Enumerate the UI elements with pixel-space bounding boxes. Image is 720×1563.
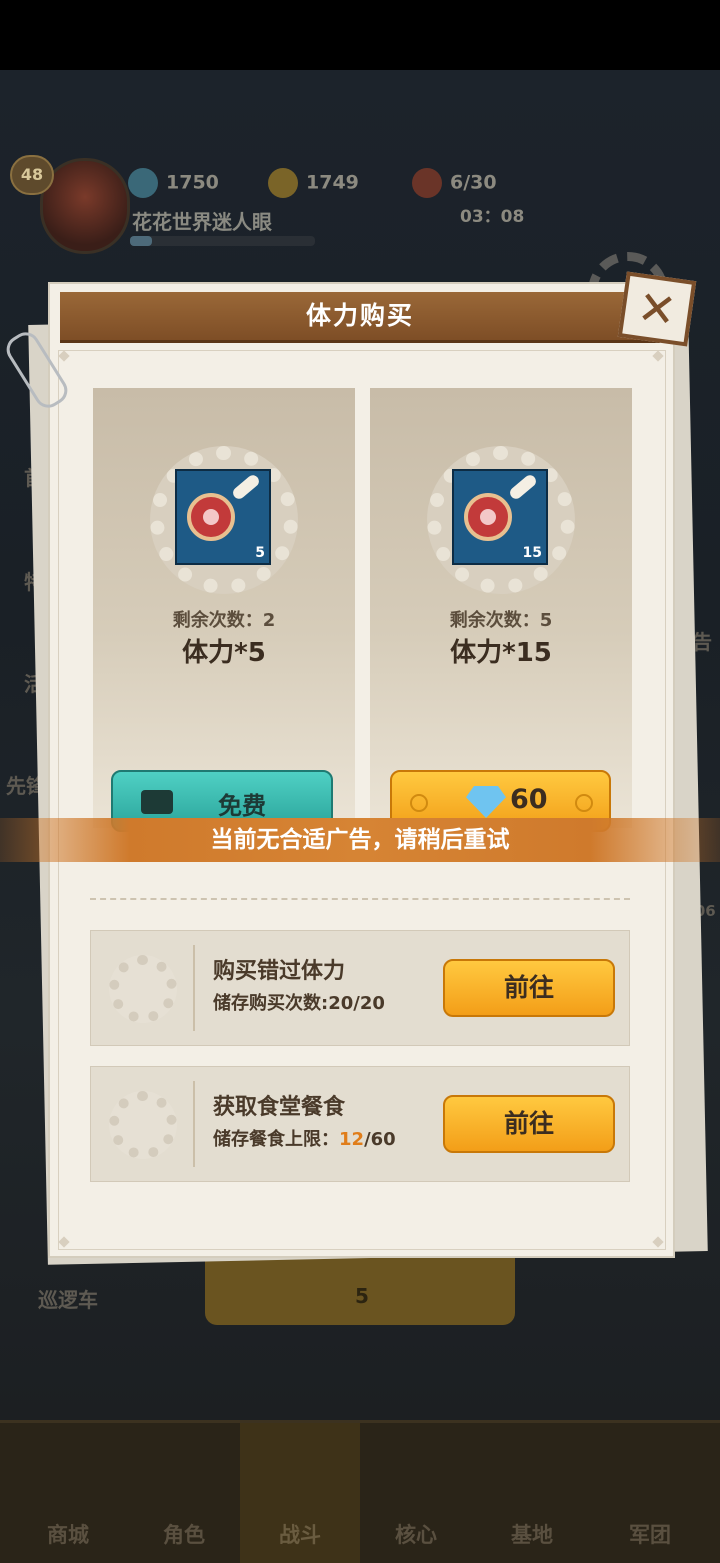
nav-tab-legion[interactable]: 军团 (590, 1423, 710, 1563)
buy-missed-stamina-row: 购买错过体力 储存购买次数:20/20 前往 (90, 930, 630, 1046)
close-icon: ✕ (634, 279, 680, 339)
nav-tab-label: 核心 (395, 1523, 437, 1547)
patrol-car-label[interactable]: 巡逻车 (38, 1284, 98, 1313)
offer-card: 15 剩余次数：5 体力*15 (370, 388, 632, 828)
meal-current-count: 12 (339, 1129, 365, 1150)
meat-icon (464, 493, 512, 541)
nav-tab-core[interactable]: 核心 (356, 1423, 476, 1563)
meal-max-count: /60 (364, 1129, 396, 1150)
toast-text: 当前无合适广告，请稍后重试 (210, 827, 510, 853)
nav-tab-shop[interactable]: 商城 (8, 1423, 128, 1563)
go-button[interactable]: 前往 (443, 1095, 615, 1153)
bottom-nav: 商城 角色 战斗 核心 基地 军团 (0, 1420, 720, 1563)
start-game-cost: 5 (355, 1284, 369, 1308)
meal-limit-label: 储存餐食上限： (213, 1129, 339, 1150)
row-title: 获取食堂餐食 (213, 1095, 346, 1120)
remaining-count: 剩余次数：2 (172, 610, 276, 631)
nav-tab-label: 商城 (47, 1523, 89, 1547)
stamina-counter[interactable]: 6/30 (412, 168, 497, 198)
nav-tab-label: 基地 (511, 1523, 553, 1547)
coin-counter[interactable]: 1749 (268, 168, 359, 198)
status-bar (0, 0, 720, 70)
nav-tab-label: 角色 (163, 1523, 205, 1547)
close-button[interactable]: ✕ (617, 271, 697, 347)
meat-icon (109, 955, 177, 1023)
xp-bar (130, 236, 315, 246)
coin-icon (268, 168, 298, 198)
meat-icon (187, 493, 235, 541)
offer-card: 5 剩余次数：2 体力*5 (93, 388, 355, 828)
rivet-icon (410, 794, 428, 812)
stamina-count: 6/30 (450, 171, 497, 194)
toast-message: 当前无合适广告，请稍后重试 (0, 818, 720, 862)
row-title: 购买错过体力 (213, 959, 346, 984)
reward-amount: 体力*15 (450, 638, 552, 668)
tv-ad-icon (141, 790, 173, 814)
row-separator (193, 945, 195, 1031)
row-subtitle: 储存购买次数:20/20 (213, 993, 385, 1014)
meat-item-icon: 15 (452, 469, 548, 565)
bone-icon (230, 472, 262, 502)
nav-tab-label: 军团 (629, 1523, 671, 1547)
item-count: 15 (522, 545, 542, 561)
meat-icon (412, 168, 442, 198)
nav-tab-battle[interactable]: 战斗 (240, 1423, 360, 1563)
player-name: 花花世界迷人眼 (132, 210, 272, 234)
row-subtitle: 储存餐食上限：12/60 (213, 1125, 396, 1151)
level-badge: 48 (10, 155, 54, 195)
item-count: 5 (255, 545, 265, 561)
nav-tab-character[interactable]: 角色 (124, 1423, 244, 1563)
reward-amount: 体力*5 (182, 638, 266, 668)
dialog-title: 体力购买 (305, 301, 414, 330)
section-divider (90, 898, 630, 900)
gem-count: 1750 (166, 171, 219, 194)
nav-tab-base[interactable]: 基地 (472, 1423, 592, 1563)
diamond-icon (466, 786, 506, 818)
remaining-count: 剩余次数：5 (449, 610, 553, 631)
canteen-meal-row: 获取食堂餐食 储存餐食上限：12/60 前往 (90, 1066, 630, 1182)
diamond-price: 60 (510, 784, 548, 815)
rivet-icon (575, 794, 593, 812)
xp-bar-fill (130, 236, 153, 246)
nav-tab-label: 战斗 (279, 1523, 321, 1547)
diamond-icon (128, 168, 158, 198)
stamina-timer: 03：08 (460, 207, 525, 227)
roast-chicken-icon (109, 1091, 177, 1159)
dialog-title-bar: 体力购买 (60, 292, 660, 343)
bone-icon (507, 472, 539, 502)
coin-count: 1749 (306, 171, 359, 194)
meat-item-icon: 5 (175, 469, 271, 565)
go-button[interactable]: 前往 (443, 959, 615, 1017)
row-separator (193, 1081, 195, 1167)
free-button-label: 免费 (218, 792, 266, 820)
gem-counter[interactable]: 1750 (128, 168, 219, 198)
